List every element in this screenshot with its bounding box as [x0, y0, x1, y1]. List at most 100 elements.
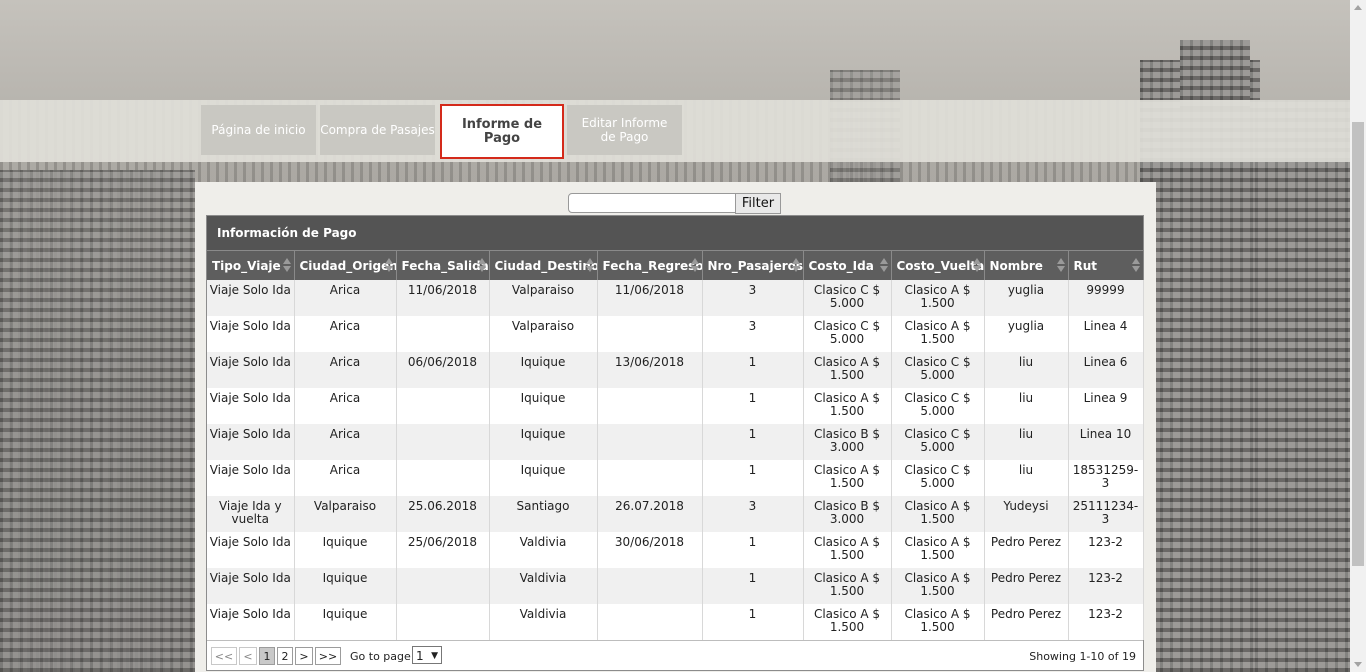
sort-arrows-icon[interactable] — [1131, 258, 1140, 272]
table-cell-tipo-viaje: Viaje Solo Ida — [207, 424, 295, 460]
column-header-ciudad-origen[interactable]: Ciudad_Origen — [294, 250, 397, 280]
goto-page-label: Go to page: — [350, 650, 415, 663]
table-cell-ciudad-origen: Valparaiso — [294, 496, 397, 532]
sort-arrows-icon[interactable] — [477, 258, 486, 272]
table-cell-nro-pasajeros: 1 — [702, 424, 804, 460]
column-header-fecha-regreso[interactable]: Fecha_Regreso — [597, 250, 703, 280]
last-page-button[interactable]: >> — [315, 647, 341, 665]
scroll-up-arrow-icon[interactable] — [1354, 5, 1362, 10]
tab-editar-informe-de-pago[interactable]: Editar Informe de Pago — [567, 105, 682, 155]
table-cell-costo-ida: Clasico C $ 5.000 — [803, 316, 892, 352]
table-cell-tipo-viaje: Viaje Solo Ida — [207, 316, 295, 352]
table-cell-fecha-salida — [396, 424, 490, 460]
page-button-1[interactable]: 1 — [259, 647, 275, 665]
table-cell-tipo-viaje: Viaje Solo Ida — [207, 388, 295, 424]
table-cell-rut: 99999 — [1068, 280, 1144, 316]
column-header-ciudad-destino[interactable]: Ciudad_Destino — [489, 250, 598, 280]
table-row[interactable]: Viaje Solo Ida Arica Iquique 1 Clasico B $ 3… — [207, 424, 1144, 460]
background-building — [0, 170, 195, 672]
table-cell-ciudad-origen: Arica — [294, 460, 397, 496]
table-cell-fecha-salida — [396, 316, 490, 352]
column-header-tipo-viaje[interactable]: Tipo_Viaje — [207, 250, 295, 280]
filter-input[interactable] — [568, 193, 740, 213]
column-header-costo-vuelta[interactable]: Costo_Vuelta — [891, 250, 985, 280]
prev-page-button[interactable]: < — [239, 647, 257, 665]
sort-arrows-icon[interactable] — [1056, 258, 1065, 272]
goto-page-select[interactable]: 1 ▼ — [412, 646, 442, 664]
table-cell-nro-pasajeros: 1 — [702, 532, 804, 568]
table-cell-fecha-regreso: 26.07.2018 — [597, 496, 703, 532]
table-cell-nombre: Yudeysi — [984, 496, 1069, 532]
sort-arrows-icon[interactable] — [690, 258, 699, 272]
table-cell-ciudad-destino: Iquique — [489, 460, 598, 496]
table-row[interactable]: Viaje Solo Ida Arica Iquique 1 Clasico A $ 1… — [207, 460, 1144, 496]
table-cell-fecha-salida — [396, 388, 490, 424]
table-cell-costo-ida: Clasico A $ 1.500 — [803, 568, 892, 604]
scroll-down-arrow-icon[interactable] — [1354, 662, 1362, 667]
scrollbar-thumb[interactable] — [1352, 122, 1364, 566]
table-cell-nro-pasajeros: 1 — [702, 352, 804, 388]
sort-arrows-icon[interactable] — [972, 258, 981, 272]
grid-caption: Información de Pago — [207, 216, 1143, 250]
table-cell-rut: 123-2 — [1068, 532, 1144, 568]
column-header-label: Fecha_Salida — [401, 258, 489, 273]
table-cell-costo-vuelta: Clasico A $ 1.500 — [891, 316, 985, 352]
table-cell-costo-ida: Clasico A $ 1.500 — [803, 460, 892, 496]
table-cell-costo-vuelta: Clasico A $ 1.500 — [891, 604, 985, 640]
table-cell-ciudad-origen: Iquique — [294, 604, 397, 640]
column-header-costo-ida[interactable]: Costo_Ida — [803, 250, 892, 280]
tab-informe-de-pago[interactable]: Informe de Pago — [440, 104, 564, 159]
tab-pagina-de-inicio[interactable]: Página de inicio — [201, 105, 316, 155]
filter-button[interactable]: Filter — [735, 193, 781, 214]
table-cell-costo-vuelta: Clasico A $ 1.500 — [891, 568, 985, 604]
table-cell-tipo-viaje: Viaje Solo Ida — [207, 460, 295, 496]
table-row[interactable]: Viaje Solo Ida Iquique 25/06/2018 Valdivia 3… — [207, 532, 1144, 568]
table-cell-costo-vuelta: Clasico C $ 5.000 — [891, 460, 985, 496]
payment-info-grid: Información de Pago Tipo_Viaje Ciudad_Ori… — [206, 215, 1144, 671]
table-cell-fecha-regreso — [597, 424, 703, 460]
column-header-nombre[interactable]: Nombre — [984, 250, 1069, 280]
table-row[interactable]: Viaje Solo Ida Iquique Valdivia 1 Clasico A … — [207, 604, 1144, 640]
table-cell-fecha-regreso — [597, 460, 703, 496]
table-cell-nro-pasajeros: 3 — [702, 316, 804, 352]
table-cell-fecha-regreso — [597, 604, 703, 640]
table-cell-costo-vuelta: Clasico A $ 1.500 — [891, 532, 985, 568]
column-header-nro-pasajeros[interactable]: Nro_Pasajeros — [702, 250, 804, 280]
table-cell-nombre: liu — [984, 352, 1069, 388]
table-cell-nro-pasajeros: 3 — [702, 280, 804, 316]
chevron-down-icon: ▼ — [431, 651, 438, 661]
table-cell-fecha-salida: 25.06.2018 — [396, 496, 490, 532]
table-cell-fecha-salida: 25/06/2018 — [396, 532, 490, 568]
column-header-fecha-salida[interactable]: Fecha_Salida — [396, 250, 490, 280]
page-button-2[interactable]: 2 — [277, 647, 293, 665]
sort-arrows-icon[interactable] — [282, 258, 291, 272]
sort-arrows-icon[interactable] — [879, 258, 888, 272]
table-cell-fecha-regreso — [597, 316, 703, 352]
first-page-button[interactable]: << — [211, 647, 237, 665]
table-cell-ciudad-origen: Arica — [294, 388, 397, 424]
table-cell-costo-vuelta: Clasico A $ 1.500 — [891, 280, 985, 316]
page-scrollbar[interactable] — [1350, 0, 1366, 672]
pager: << < 1 2 > >> Go to page: 1 ▼ Showing 1-… — [207, 640, 1143, 670]
column-header-label: Rut — [1073, 258, 1098, 273]
sort-arrows-icon[interactable] — [585, 258, 594, 272]
table-row[interactable]: Viaje Solo Ida Arica Iquique 1 Clasico A $ 1… — [207, 388, 1144, 424]
table-row[interactable]: Viaje Ida y vuelta Valparaiso 25.06.2018 Sa… — [207, 496, 1144, 532]
sort-arrows-icon[interactable] — [791, 258, 800, 272]
table-row[interactable]: Viaje Solo Ida Iquique Valdivia 1 Clasico A … — [207, 568, 1144, 604]
showing-count: Showing 1-10 of 19 — [1029, 650, 1136, 663]
table-cell-nro-pasajeros: 1 — [702, 460, 804, 496]
table-cell-rut: 123-2 — [1068, 568, 1144, 604]
tab-compra-de-pasajes[interactable]: Compra de Pasajes — [320, 105, 435, 155]
table-row[interactable]: Viaje Solo Ida Arica Valparaiso 3 Clasico C … — [207, 316, 1144, 352]
next-page-button[interactable]: > — [295, 647, 313, 665]
table-cell-ciudad-origen: Iquique — [294, 532, 397, 568]
table-row[interactable]: Viaje Solo Ida Arica 11/06/2018 Valparaiso 1… — [207, 280, 1144, 316]
table-cell-rut: Linea 10 — [1068, 424, 1144, 460]
table-cell-fecha-regreso: 30/06/2018 — [597, 532, 703, 568]
table-cell-rut: 18531259-3 — [1068, 460, 1144, 496]
column-header-rut[interactable]: Rut — [1068, 250, 1144, 280]
sort-arrows-icon[interactable] — [384, 258, 393, 272]
table-row[interactable]: Viaje Solo Ida Arica 06/06/2018 Iquique 13/0… — [207, 352, 1144, 388]
goto-page-value: 1 — [416, 649, 424, 663]
